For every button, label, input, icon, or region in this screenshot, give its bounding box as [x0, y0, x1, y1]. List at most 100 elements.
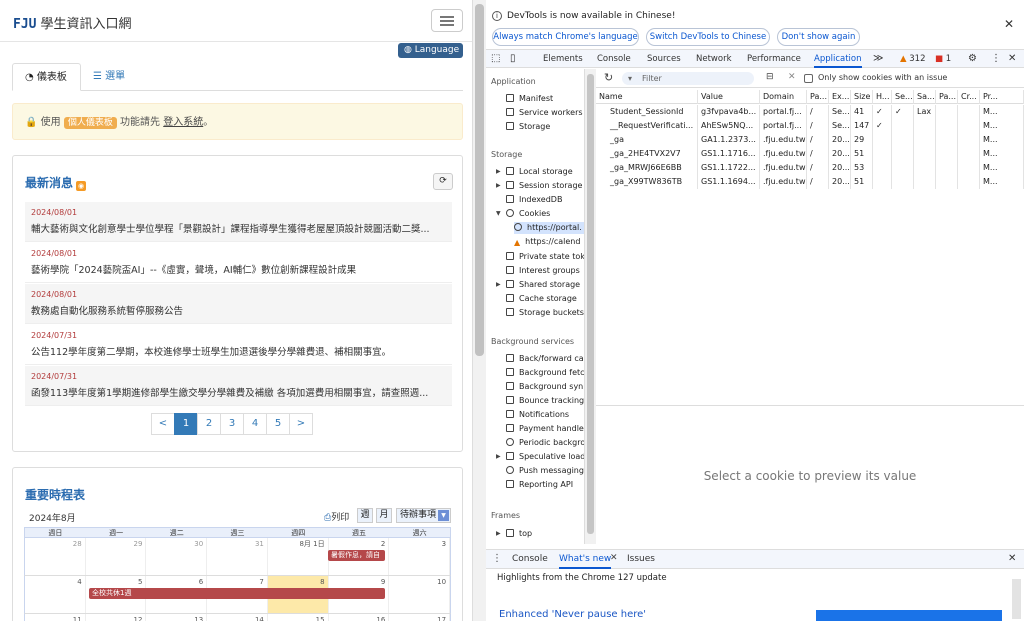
expand-arrow-icon[interactable]: ▶ [496, 168, 501, 175]
calendar-day[interactable]: 15 [268, 614, 329, 621]
page-2-button[interactable]: 2 [197, 413, 221, 435]
page-prev-button[interactable]: < [151, 413, 175, 435]
kebab-menu-icon[interactable]: ⋮ [492, 553, 502, 564]
calendar-event[interactable]: 全校共休1週 [89, 588, 385, 599]
drawer-scrollbar[interactable] [1012, 579, 1021, 619]
only-issue-checkbox[interactable] [804, 74, 813, 83]
calendar-day[interactable]: 10 [389, 576, 451, 613]
drawer-tab-whats-new[interactable]: What's new [559, 554, 612, 569]
cookie-row[interactable]: _ga GA1.1.2373... .fju.edu.tw/20... 29 M... [596, 133, 1024, 147]
switch-chinese-button[interactable]: Switch DevTools to Chinese [646, 28, 770, 46]
news-text[interactable]: 函發113學年度第1學期進修部學生繳交學分學雜費及補繳 各項加選費用相關事宜，請… [31, 385, 428, 399]
column-header[interactable]: Pa... [807, 90, 829, 104]
sidebar-item-manifest[interactable]: Manifest [506, 93, 584, 105]
close-devtools-icon[interactable]: ✕ [1008, 50, 1016, 68]
delete-selected-icon[interactable]: ✕ [788, 72, 796, 82]
sidebar-item-storage[interactable]: Storage [506, 121, 584, 133]
news-item[interactable]: 2024/08/01 藝術學院「2024藝院盃AI」--《虛實，聲境，AI輔仁》數… [25, 243, 452, 283]
sidebar-item-local-storage[interactable]: Local storage [506, 166, 584, 178]
calendar-event[interactable]: 暑假作息，請自 [328, 550, 385, 561]
tab-console[interactable]: Console [597, 50, 631, 68]
calendar-day[interactable]: 8月 1日 [268, 538, 329, 575]
device-toggle-icon[interactable]: ▯ [510, 50, 516, 68]
sidebar-item-push-messaging[interactable]: Push messaging [506, 465, 584, 477]
calendar-day[interactable]: 13 [146, 614, 208, 621]
column-header[interactable]: Ex... [829, 90, 851, 104]
tab-elements[interactable]: Elements [543, 50, 583, 68]
sidebar-item-shared-storage[interactable]: Shared storage [506, 279, 584, 291]
todo-select[interactable]: 待辦事項 ▼ [396, 508, 451, 523]
sidebar-scrollbar[interactable] [585, 69, 596, 544]
cookie-row[interactable]: _ga_MRWJ66E6BB GS1.1.1722... .fju.edu.tw/2… [596, 161, 1024, 175]
language-button[interactable]: ◍ Language [398, 43, 463, 58]
page-3-button[interactable]: 3 [220, 413, 244, 435]
column-header[interactable]: Name [596, 90, 698, 104]
sidebar-item-private-state-tokens[interactable]: Private state tok [506, 251, 584, 263]
calendar-day[interactable]: 30 [146, 538, 208, 575]
tab-application[interactable]: Application [814, 50, 862, 68]
collapse-arrow-icon[interactable]: ▼ [496, 210, 501, 217]
cookie-row[interactable]: __RequestVerificati... AhESw5NQ... portal.… [596, 119, 1024, 133]
column-header[interactable]: Pr... [980, 90, 1024, 104]
sidebar-item-payment-handler[interactable]: Payment handle [506, 423, 584, 435]
column-header[interactable]: Size [851, 90, 873, 104]
sidebar-item-speculative-loads[interactable]: Speculative load [506, 451, 584, 463]
close-drawer-icon[interactable]: ✕ [1008, 553, 1016, 564]
expand-arrow-icon[interactable]: ▶ [496, 182, 501, 189]
tab-network[interactable]: Network [696, 50, 732, 68]
cookie-row[interactable]: _ga_X99TW836TB GS1.1.1694... .fju.edu.tw/2… [596, 175, 1024, 189]
tab-dashboard[interactable]: ◔ 儀表板 [12, 63, 81, 91]
calendar-day[interactable]: 4 [25, 576, 86, 613]
close-tab-icon[interactable]: ✕ [610, 553, 618, 563]
calendar-day[interactable]: 12 [86, 614, 147, 621]
sidebar-item-indexeddb[interactable]: IndexedDB [506, 194, 584, 206]
dont-show-button[interactable]: Don't show again [777, 28, 860, 46]
sidebar-item-session-storage[interactable]: Session storage [506, 180, 584, 192]
week-view-button[interactable]: 週 [357, 508, 373, 523]
sidebar-item-reporting-api[interactable]: Reporting API [506, 479, 584, 491]
filter-input[interactable]: ▾ Filter [622, 72, 754, 85]
sidebar-item-interest-groups[interactable]: Interest groups [506, 265, 584, 277]
rss-icon[interactable]: ◉ [76, 181, 87, 191]
month-view-button[interactable]: 月 [376, 508, 392, 523]
more-tabs-icon[interactable]: ≫ [873, 50, 883, 68]
sidebar-item-notifications[interactable]: Notifications [506, 409, 584, 421]
sidebar-item-periodic-sync[interactable]: Periodic backgro [506, 437, 584, 449]
sidebar-item-back-forward-cache[interactable]: Back/forward ca [506, 353, 584, 365]
page-5-button[interactable]: 5 [266, 413, 290, 435]
calendar-day[interactable]: 11 [25, 614, 86, 621]
sidebar-item-storage-buckets[interactable]: Storage buckets [506, 307, 584, 319]
inspect-icon[interactable]: ⬚ [491, 50, 500, 68]
whats-new-link[interactable]: Enhanced 'Never pause here' [499, 609, 646, 620]
scrollbar-thumb[interactable] [475, 4, 484, 356]
column-header[interactable]: Pa... [936, 90, 958, 104]
sidebar-item-bounce-tracking[interactable]: Bounce tracking [506, 395, 584, 407]
calendar-day[interactable]: 3 [389, 538, 451, 575]
news-text[interactable]: 公告112學年度第二學期，本校進修學士班學生加退選後學分學雜費退、補相關事宜。 [31, 344, 391, 358]
sidebar-item-cookie-calendar[interactable]: ▲ https://calend [514, 236, 584, 248]
cookie-row[interactable]: _ga_2HE4TVX2V7 GS1.1.1716... .fju.edu.tw/2… [596, 147, 1024, 161]
news-item[interactable]: 2024/08/01 輔大藝術與文化創意學士學位學程「景觀設計」課程指導學生獲得老… [25, 202, 452, 242]
expand-arrow-icon[interactable]: ▶ [496, 281, 501, 288]
match-language-button[interactable]: Always match Chrome's language [492, 28, 639, 46]
tab-menu[interactable]: ☰ 選單 [93, 63, 125, 91]
page-4-button[interactable]: 4 [243, 413, 267, 435]
column-header[interactable]: Se... [892, 90, 914, 104]
calendar-day[interactable]: 31 [207, 538, 268, 575]
calendar-day[interactable]: 29 [86, 538, 147, 575]
page-scrollbar[interactable] [473, 0, 486, 621]
column-header[interactable]: Sa... [914, 90, 936, 104]
column-header[interactable]: Value [698, 90, 760, 104]
news-item[interactable]: 2024/07/31 函發113學年度第1學期進修部學生繳交學分學雜費及補繳 各項… [25, 366, 452, 406]
sidebar-item-cookie-portal[interactable]: https://portal. [514, 222, 584, 234]
calendar-day[interactable]: 17 [389, 614, 451, 621]
kebab-menu-icon[interactable]: ⋮ [991, 50, 1001, 68]
news-text[interactable]: 教務處自動化服務系統暫停服務公告 [31, 303, 183, 317]
expand-arrow-icon[interactable]: ▶ [496, 530, 501, 537]
refresh-icon[interactable]: ↻ [604, 71, 613, 84]
page-1-button[interactable]: 1 [174, 413, 198, 435]
page-next-button[interactable]: > [289, 413, 313, 435]
errors-counter[interactable]: ■ 1 [935, 50, 951, 68]
column-header[interactable]: H... [873, 90, 892, 104]
news-item[interactable]: 2024/08/01 教務處自動化服務系統暫停服務公告 [25, 284, 452, 324]
